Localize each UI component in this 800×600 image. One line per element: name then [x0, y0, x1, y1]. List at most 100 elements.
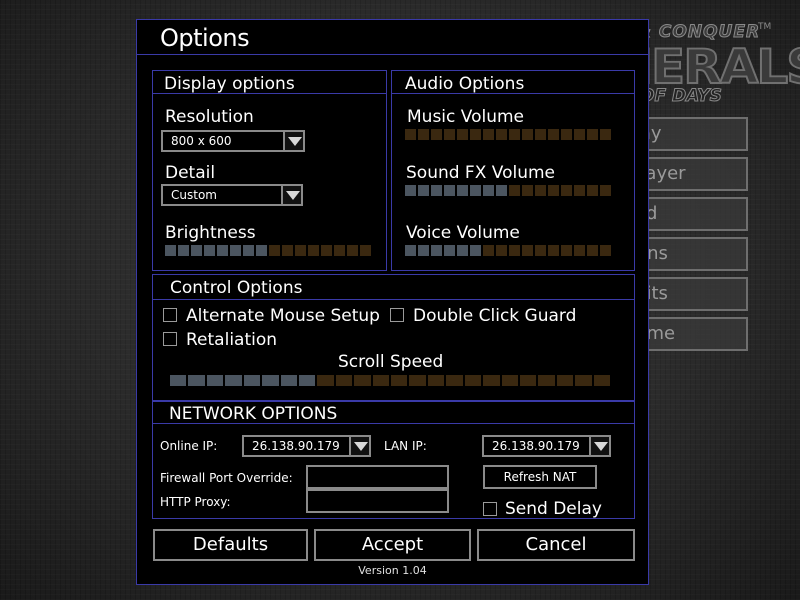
slider-segment[interactable]	[391, 375, 408, 386]
slider-segment[interactable]	[561, 185, 572, 196]
slider-segment[interactable]	[522, 129, 533, 140]
slider-segment[interactable]	[561, 245, 572, 256]
lan-ip-dropdown-button[interactable]	[589, 435, 611, 457]
scroll-speed-slider[interactable]	[170, 375, 611, 386]
slider-segment[interactable]	[431, 245, 442, 256]
slider-segment[interactable]	[372, 375, 390, 386]
cancel-button[interactable]: Cancel	[477, 529, 635, 561]
firewall-port-field[interactable]	[306, 465, 449, 489]
slider-segment[interactable]	[256, 245, 267, 256]
slider-segment[interactable]	[509, 129, 520, 140]
slider-segment[interactable]	[548, 245, 559, 256]
slider-segment[interactable]	[405, 129, 416, 140]
slider-segment[interactable]	[230, 245, 241, 256]
slider-segment[interactable]	[483, 129, 494, 140]
slider-segment[interactable]	[522, 245, 533, 256]
detail-dropdown-button[interactable]	[281, 184, 303, 206]
slider-segment[interactable]	[470, 185, 481, 196]
http-proxy-field[interactable]	[306, 489, 449, 513]
slider-segment[interactable]	[178, 245, 189, 256]
slider-segment[interactable]	[483, 245, 494, 256]
slider-segment[interactable]	[483, 375, 500, 386]
slider-segment[interactable]	[269, 245, 280, 256]
slider-segment[interactable]	[600, 185, 611, 196]
slider-segment[interactable]	[520, 375, 537, 386]
slider-segment[interactable]	[405, 185, 416, 196]
slider-segment[interactable]	[191, 245, 202, 256]
slider-segment[interactable]	[295, 245, 306, 256]
slider-segment[interactable]	[509, 245, 520, 256]
slider-segment[interactable]	[446, 375, 463, 386]
slider-segment[interactable]	[561, 129, 572, 140]
slider-segment[interactable]	[548, 129, 559, 140]
refresh-nat-button[interactable]: Refresh NAT	[483, 465, 597, 489]
slider-segment[interactable]	[587, 245, 598, 256]
slider-segment[interactable]	[282, 245, 293, 256]
slider-segment[interactable]	[496, 129, 507, 140]
online-ip-dropdown-button[interactable]	[349, 435, 371, 457]
slider-segment[interactable]	[298, 375, 316, 386]
slider-segment[interactable]	[354, 375, 371, 386]
slider-segment[interactable]	[405, 245, 416, 256]
slider-segment[interactable]	[600, 129, 611, 140]
slider-segment[interactable]	[593, 375, 611, 386]
slider-segment[interactable]	[587, 185, 598, 196]
slider-segment[interactable]	[165, 245, 176, 256]
double-click-guard-label[interactable]: Double Click Guard	[413, 306, 576, 326]
slider-segment[interactable]	[574, 245, 585, 256]
slider-segment[interactable]	[170, 375, 187, 386]
slider-segment[interactable]	[204, 245, 215, 256]
slider-segment[interactable]	[217, 245, 228, 256]
slider-segment[interactable]	[470, 129, 481, 140]
slider-segment[interactable]	[444, 185, 455, 196]
music-volume-slider[interactable]	[405, 129, 611, 140]
slider-segment[interactable]	[600, 245, 611, 256]
slider-segment[interactable]	[444, 245, 455, 256]
slider-segment[interactable]	[535, 129, 546, 140]
slider-segment[interactable]	[418, 185, 429, 196]
brightness-slider[interactable]	[165, 245, 371, 256]
slider-segment[interactable]	[509, 185, 520, 196]
slider-segment[interactable]	[335, 375, 353, 386]
slider-segment[interactable]	[225, 375, 242, 386]
accept-button[interactable]: Accept	[314, 529, 471, 561]
alternate-mouse-checkbox[interactable]	[163, 308, 177, 322]
slider-segment[interactable]	[587, 129, 598, 140]
slider-segment[interactable]	[347, 245, 358, 256]
slider-segment[interactable]	[409, 375, 426, 386]
slider-segment[interactable]	[188, 375, 205, 386]
double-click-guard-checkbox[interactable]	[390, 308, 404, 322]
send-delay-label[interactable]: Send Delay	[505, 499, 602, 519]
slider-segment[interactable]	[535, 245, 546, 256]
slider-segment[interactable]	[483, 185, 494, 196]
slider-segment[interactable]	[548, 185, 559, 196]
slider-segment[interactable]	[538, 375, 555, 386]
slider-segment[interactable]	[431, 129, 442, 140]
slider-segment[interactable]	[575, 375, 592, 386]
detail-dropdown[interactable]: Custom	[161, 184, 303, 206]
alternate-mouse-label[interactable]: Alternate Mouse Setup	[186, 306, 380, 326]
slider-segment[interactable]	[431, 185, 442, 196]
slider-segment[interactable]	[457, 185, 468, 196]
slider-segment[interactable]	[574, 129, 585, 140]
slider-segment[interactable]	[457, 245, 468, 256]
slider-segment[interactable]	[444, 129, 455, 140]
slider-segment[interactable]	[418, 245, 429, 256]
slider-segment[interactable]	[522, 185, 533, 196]
slider-segment[interactable]	[496, 245, 507, 256]
slider-segment[interactable]	[321, 245, 332, 256]
slider-segment[interactable]	[418, 129, 429, 140]
slider-segment[interactable]	[496, 185, 507, 196]
slider-segment[interactable]	[574, 185, 585, 196]
resolution-dropdown-button[interactable]	[283, 130, 305, 152]
slider-segment[interactable]	[470, 245, 481, 256]
slider-segment[interactable]	[556, 375, 574, 386]
voice-volume-slider[interactable]	[405, 245, 611, 256]
slider-segment[interactable]	[262, 375, 279, 386]
slider-segment[interactable]	[280, 375, 297, 386]
slider-segment[interactable]	[501, 375, 519, 386]
slider-segment[interactable]	[360, 245, 371, 256]
slider-segment[interactable]	[457, 129, 468, 140]
online-ip-dropdown[interactable]: 26.138.90.179	[242, 435, 371, 457]
defaults-button[interactable]: Defaults	[153, 529, 308, 561]
